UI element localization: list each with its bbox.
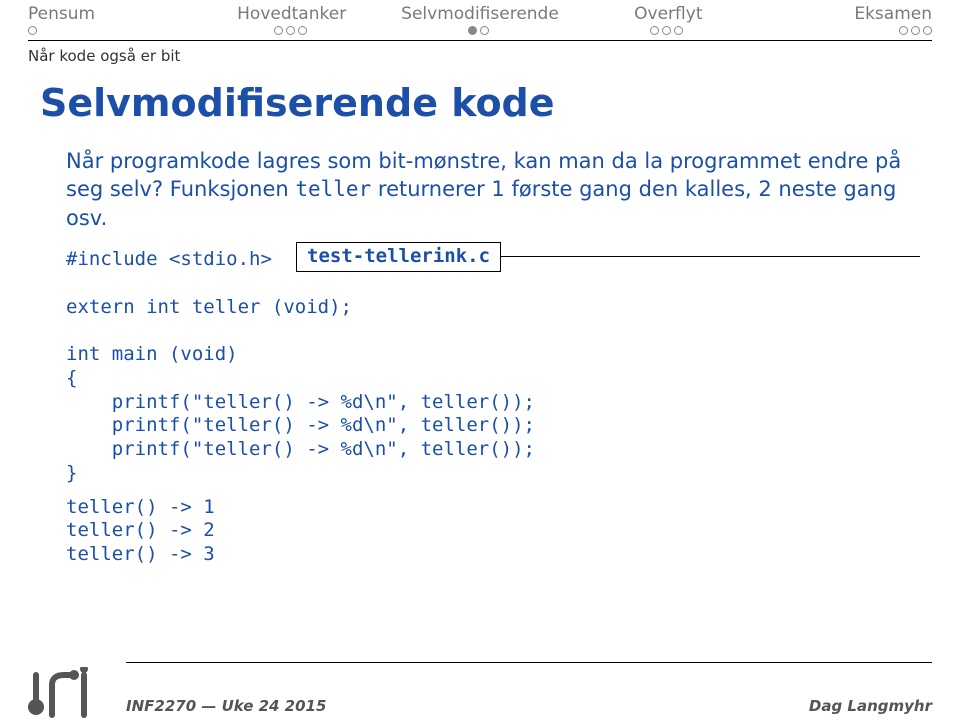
footer-right: Dag Langmyhr xyxy=(809,697,932,715)
top-divider xyxy=(28,40,932,41)
nav-label[interactable]: Overflyt xyxy=(574,4,762,24)
nav-dots xyxy=(28,26,198,35)
nav-col-hovedtanker[interactable]: Hovedtanker xyxy=(198,4,386,35)
code-block: test-tellerink.c #include <stdio.h> exte… xyxy=(66,246,920,486)
nav-dots xyxy=(574,26,762,35)
nav-col-overflyt[interactable]: Overflyt xyxy=(574,4,762,35)
nav-label[interactable]: Selvmodifiserende xyxy=(386,4,574,24)
nav-col-selvmodifiserende[interactable]: Selvmodifiserende xyxy=(386,4,574,35)
nav-label[interactable]: Pensum xyxy=(28,4,198,24)
body-paragraph: Når programkode lagres som bit-mønstre, … xyxy=(66,147,920,232)
institution-logo xyxy=(28,667,118,715)
nav-col-eksamen[interactable]: Eksamen xyxy=(762,4,932,35)
code-filename-rule xyxy=(501,256,920,257)
footer: INF2270 — Uke 24 2015 Dag Langmyhr xyxy=(0,662,960,715)
nav-label[interactable]: Eksamen xyxy=(762,4,932,24)
footer-divider xyxy=(126,662,932,663)
nav-dots xyxy=(198,26,386,35)
code-filename-row: test-tellerink.c xyxy=(296,242,920,272)
nav-dots xyxy=(762,26,932,35)
inline-code: teller xyxy=(295,177,371,201)
nav-label[interactable]: Hovedtanker xyxy=(198,4,386,24)
nav-dots xyxy=(386,26,574,35)
code-text: #include <stdio.h> extern int teller (vo… xyxy=(66,246,920,486)
page-title: Selvmodifiserende kode xyxy=(40,81,932,125)
top-nav: Pensum Hovedtanker Selvmodifiserende Ove… xyxy=(0,0,960,35)
program-output: teller() -> 1 teller() -> 2 teller() -> … xyxy=(66,496,920,567)
footer-left: INF2270 — Uke 24 2015 xyxy=(126,697,326,715)
section-subtitle: Når kode også er bit xyxy=(28,47,932,65)
code-filename: test-tellerink.c xyxy=(296,242,501,272)
nav-col-pensum[interactable]: Pensum xyxy=(28,4,198,35)
